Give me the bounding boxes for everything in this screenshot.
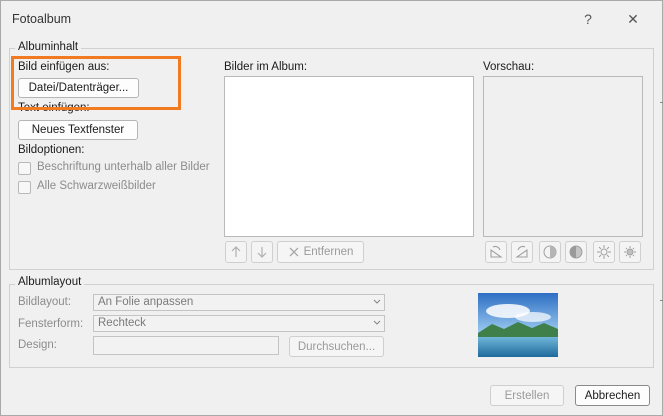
brightness-up-button[interactable] [593,241,615,263]
captions-checkbox[interactable] [18,162,31,175]
down-arrow-icon [257,247,267,258]
layout-preview-image [478,293,558,357]
landscape-thumbnail-icon [478,293,558,357]
brightness-up-icon [597,245,611,259]
picture-layout-label: Bildlayout: [18,296,72,308]
album-content-legend: Albuminhalt [15,41,82,53]
create-button[interactable]: Erstellen [490,385,564,406]
help-button[interactable]: ? [575,8,601,30]
new-textbox-button[interactable]: Neues Textfenster [18,120,138,140]
picture-layout-value: An Folie anpassen [98,296,194,308]
frame-shape-select[interactable]: Rechteck [93,315,385,332]
contrast-down-icon [569,245,583,259]
contrast-down-button[interactable] [565,241,587,263]
chevron-down-icon [373,299,381,304]
picture-layout-select[interactable]: An Folie anpassen [93,294,385,311]
preview-label: Vorschau: [483,61,535,73]
preview-pane [483,76,643,237]
browse-button[interactable]: Durchsuchen... [289,336,384,357]
theme-input[interactable] [93,336,279,355]
frame-shape-value: Rechteck [98,317,146,329]
picture-options-label: Bildoptionen: [18,144,85,156]
captions-label: Beschriftung unterhalb aller Bilder [37,161,210,173]
rotate-right-icon [515,245,528,258]
remove-button-label: Entfernen [303,246,354,258]
rotate-left-button[interactable] [485,241,507,263]
dialog-title: Fotoalbum [12,12,72,26]
black-white-checkbox[interactable] [18,181,31,194]
theme-label: Design: [18,339,57,351]
annotation-highlight [11,56,181,110]
pictures-in-album-label: Bilder im Album: [224,61,308,73]
photo-album-dialog: Fotoalbum ? ✕ Albuminhalt Bild einfügen … [0,0,663,416]
brightness-down-button[interactable] [619,241,641,263]
cancel-button[interactable]: Abbrechen [575,385,650,406]
move-up-button[interactable] [225,241,247,263]
brightness-down-icon [624,246,636,258]
remove-x-icon [289,247,299,257]
album-layout-legend: Albumlayout [15,276,85,288]
chevron-down-icon [373,320,381,325]
move-down-button[interactable] [251,241,273,263]
contrast-up-icon [543,245,557,259]
rotate-right-button[interactable] [511,241,533,263]
contrast-up-button[interactable] [539,241,561,263]
remove-button[interactable]: Entfernen [277,241,364,263]
frame-shape-label: Fensterform: [18,318,84,330]
black-white-label: Alle Schwarzweißbilder [37,180,156,192]
pictures-listbox[interactable] [224,76,474,237]
rotate-left-icon [490,245,503,258]
close-button[interactable]: ✕ [620,8,646,30]
up-arrow-icon [231,246,241,257]
title-bar: Fotoalbum ? ✕ [1,1,662,35]
